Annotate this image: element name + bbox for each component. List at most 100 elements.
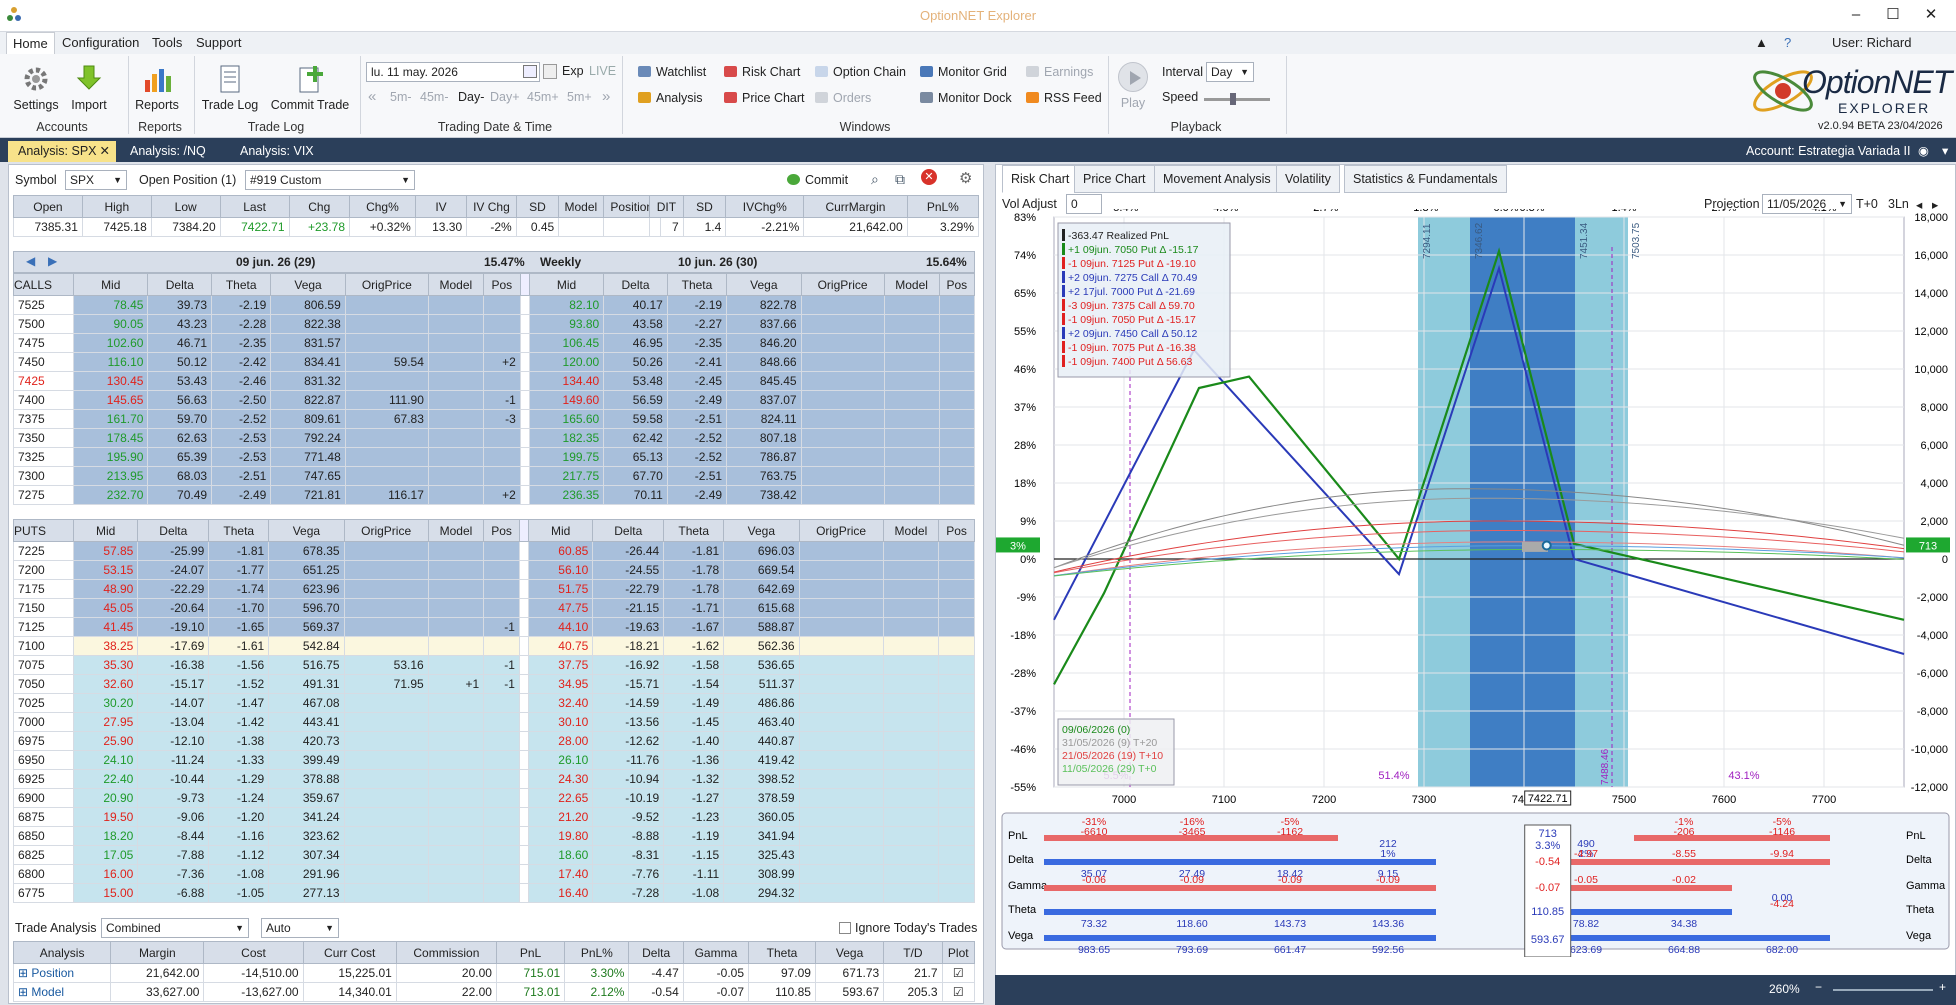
auto-select[interactable]: Auto ▼: [261, 918, 339, 938]
close-icon[interactable]: ✕: [1918, 5, 1944, 25]
chain-row[interactable]: 7475 102.60 46.71 -2.35 831.57 106.45 46.95 -2.…: [13, 333, 976, 353]
zoom-minus-icon[interactable]: −: [1815, 980, 1822, 994]
checkbox-box[interactable]: [839, 922, 851, 934]
step-day-back[interactable]: Day-: [458, 90, 484, 104]
menu-configuration[interactable]: Configuration: [56, 32, 145, 54]
commit-trade-button[interactable]: Commit Trade: [268, 64, 352, 112]
ta-row[interactable]: ⊞ Model 33,627.00 -13,627.00 14,340.01 22.00…: [12, 982, 976, 1002]
step-5m-back[interactable]: 5m-: [390, 90, 412, 104]
position-select[interactable]: #919 Custom ▼: [245, 170, 415, 190]
ignore-today-checkbox[interactable]: Ignore Today's Trades: [839, 921, 977, 935]
pane-close-icon[interactable]: ▾: [1932, 141, 1956, 162]
monitor-grid-button[interactable]: Monitor Grid: [920, 65, 1007, 79]
chain-row[interactable]: 7375 161.70 59.70 -2.52 809.61 67.83 -3 165.60 5…: [13, 409, 976, 429]
collapse-ribbon-icon[interactable]: ▲: [1749, 32, 1774, 54]
tab-analysis-nq[interactable]: Analysis: /NQ: [120, 141, 216, 162]
analysis-button[interactable]: Analysis: [638, 91, 703, 105]
chain-row[interactable]: 7100 38.25 -17.69 -1.61 542.84 40.75 -18.21 -1.…: [13, 636, 975, 656]
earnings-button[interactable]: Earnings: [1026, 65, 1093, 79]
settings-button[interactable]: Settings: [10, 64, 62, 112]
chain-row[interactable]: 7425 130.45 53.43 -2.46 831.32 134.40 53.48 -2.…: [13, 371, 976, 391]
chain-row[interactable]: 6850 18.20 -8.44 -1.16 323.62 19.80 -8.88 -1.19…: [13, 826, 975, 846]
risk-tab[interactable]: Movement Analysis: [1154, 165, 1280, 193]
chain-row[interactable]: 7500 90.05 43.23 -2.28 822.38 93.80 43.58 -2.27…: [13, 314, 976, 334]
chain-row[interactable]: 6975 25.90 -12.10 -1.38 420.73 28.00 -12.62 -1.…: [13, 731, 975, 751]
chain-row[interactable]: 6925 22.40 -10.44 -1.29 378.88 24.30 -10.94 -1.…: [13, 769, 975, 789]
zoom-slider[interactable]: [1833, 989, 1933, 991]
chain-row[interactable]: 6775 15.00 -6.88 -1.05 277.13 16.40 -7.28 -1.08…: [13, 883, 975, 903]
step-forward-icon[interactable]: »: [602, 88, 610, 105]
prev-expiry-icon[interactable]: ◀: [26, 254, 35, 268]
menu-home[interactable]: Home: [6, 32, 55, 54]
minimize-icon[interactable]: –: [1843, 5, 1869, 25]
chain-row[interactable]: 7300 213.95 68.03 -2.51 747.65 217.75 67.70 -2.…: [13, 466, 976, 486]
speed-slider[interactable]: [1204, 93, 1270, 105]
rss-feed-button[interactable]: RSS Feed: [1026, 91, 1102, 105]
chain-row[interactable]: 7225 57.85 -25.99 -1.81 678.35 60.85 -26.44 -1.…: [13, 541, 975, 561]
next-expiry-icon[interactable]: ▶: [48, 254, 57, 268]
step-45m-back[interactable]: 45m-: [420, 90, 448, 104]
symbol-select[interactable]: SPX ▼: [65, 170, 127, 190]
chain-row[interactable]: 6800 16.00 -7.36 -1.08 291.96 17.40 -7.76 -1.11…: [13, 864, 975, 884]
reports-button[interactable]: Reports: [132, 64, 182, 112]
exp-label[interactable]: Exp: [562, 64, 584, 78]
chain-row[interactable]: 6950 24.10 -11.24 -1.33 399.49 26.10 -11.76 -1.…: [13, 750, 975, 770]
close-tab-icon[interactable]: ✕: [100, 141, 110, 162]
interval-select[interactable]: Day ▼: [1206, 62, 1254, 82]
risk-tab[interactable]: Statistics & Fundamentals: [1344, 165, 1507, 193]
chain-row[interactable]: 7025 30.20 -14.07 -1.47 467.08 32.40 -14.59 -1.…: [13, 693, 975, 713]
chain-row[interactable]: 7150 45.05 -20.64 -1.70 596.70 47.75 -21.15 -1.…: [13, 598, 975, 618]
chain-row[interactable]: 6900 20.90 -9.73 -1.24 359.67 22.65 -10.19 -1.2…: [13, 788, 975, 808]
speed-slider-thumb[interactable]: [1230, 93, 1236, 105]
trade-log-button[interactable]: Trade Log: [200, 64, 260, 112]
option-chain-button[interactable]: Option Chain: [815, 65, 906, 79]
trading-date-input[interactable]: lu. 11 may. 2026: [366, 62, 540, 82]
risk-chart[interactable]: 7000 7100 7200 7300 7400 7500 7600 770018,00016…: [996, 209, 1955, 957]
calendar-icon[interactable]: [523, 65, 537, 78]
monitor-dock-button[interactable]: Monitor Dock: [920, 91, 1012, 105]
maximize-icon[interactable]: ☐: [1880, 5, 1906, 25]
ta-row[interactable]: ⊞ Position 21,642.00 -14,510.00 15,225.01 20…: [12, 963, 976, 983]
tab-analysis-spx[interactable]: Analysis: SPX ✕: [8, 141, 116, 162]
gear-icon[interactable]: ⚙: [959, 169, 972, 187]
risk-tab[interactable]: Price Chart: [1074, 165, 1155, 193]
chain-row[interactable]: 7450 116.10 50.12 -2.42 834.41 59.54 +2 120.00 5…: [13, 352, 976, 372]
chain-row[interactable]: 7000 27.95 -13.04 -1.42 443.41 30.10 -13.56 -1.…: [13, 712, 975, 732]
import-button[interactable]: Import: [66, 64, 112, 112]
chain-row[interactable]: 7075 35.30 -16.38 -1.56 516.75 53.16 -1 37.75 -1…: [13, 655, 975, 675]
live-label[interactable]: LIVE: [589, 64, 616, 78]
step-back-icon[interactable]: «: [368, 88, 376, 105]
plot-checkbox[interactable]: ☑: [941, 963, 976, 983]
step-5m-forward[interactable]: 5m+: [567, 90, 592, 104]
commit-button[interactable]: Commit: [787, 173, 848, 187]
menu-support[interactable]: Support: [190, 32, 248, 54]
exp-toggle-icon[interactable]: [543, 64, 557, 79]
chain-row[interactable]: 7275 232.70 70.49 -2.49 721.81 116.17 +2 236.35…: [13, 485, 976, 505]
tab-analysis-vix[interactable]: Analysis: VIX: [230, 141, 330, 162]
step-day-forward[interactable]: Day+: [490, 90, 520, 104]
zoom-plus-icon[interactable]: +: [1939, 980, 1946, 994]
zoom-search-icon[interactable]: ⌕: [871, 171, 879, 188]
copy-icon[interactable]: ⧉: [895, 171, 905, 188]
step-45m-forward[interactable]: 45m+: [527, 90, 559, 104]
price-chart-button[interactable]: Price Chart: [724, 91, 805, 105]
delete-icon[interactable]: ✕: [921, 169, 937, 185]
menu-tools[interactable]: Tools: [146, 32, 188, 54]
play-button[interactable]: Play: [1112, 62, 1154, 110]
risk-tab[interactable]: Volatility: [1276, 165, 1340, 193]
chain-row[interactable]: 7325 195.90 65.39 -2.53 771.48 199.75 65.13 -2.…: [13, 447, 976, 467]
chain-row[interactable]: 7200 53.15 -24.07 -1.77 651.25 56.10 -24.55 -1.…: [13, 560, 975, 580]
chain-row[interactable]: 7400 145.65 56.63 -2.50 822.87 111.90 -1 149.60…: [13, 390, 976, 410]
chain-row[interactable]: 7350 178.45 62.63 -2.53 792.24 182.35 62.42 -2.…: [13, 428, 976, 448]
chain-row[interactable]: 7525 78.45 39.73 -2.19 806.59 82.10 40.17 -2.19…: [13, 295, 976, 315]
risk-chart-button[interactable]: Risk Chart: [724, 65, 800, 79]
chain-row[interactable]: 6825 17.05 -7.88 -1.12 307.34 18.60 -8.31 -1.15…: [13, 845, 975, 865]
help-icon[interactable]: ?: [1778, 32, 1797, 54]
plot-checkbox[interactable]: ☑: [941, 982, 976, 1002]
analysis-mode-select[interactable]: Combined ▼: [101, 918, 249, 938]
orders-button[interactable]: Orders: [815, 91, 871, 105]
chain-row[interactable]: 7125 41.45 -19.10 -1.65 569.37 -1 44.10 -19.63-…: [13, 617, 975, 637]
chain-row[interactable]: 7050 32.60 -15.17 -1.52 491.31 71.95 +1 -1 34.95…: [13, 674, 975, 694]
chain-row[interactable]: 6875 19.50 -9.06 -1.20 341.24 21.20 -9.52 -1.23…: [13, 807, 975, 827]
watchlist-button[interactable]: Watchlist: [638, 65, 706, 79]
